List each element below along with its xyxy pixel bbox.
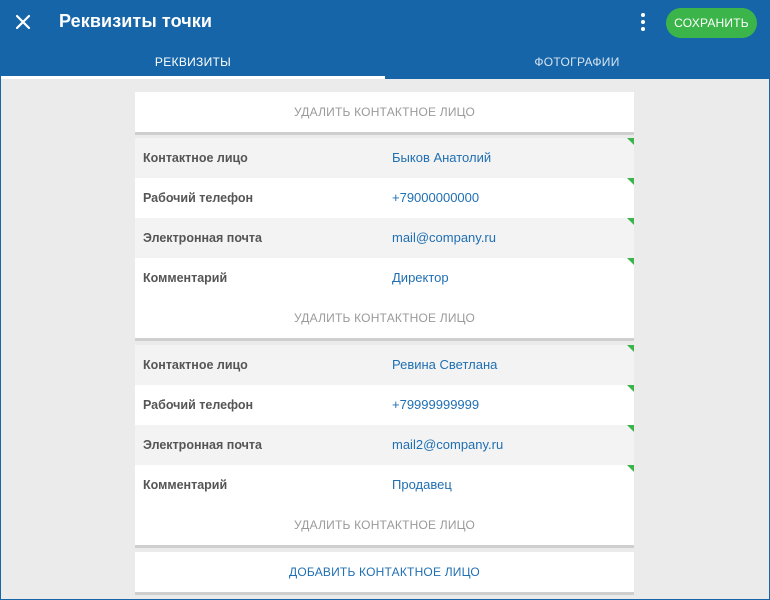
field-comment[interactable]: Комментарий Директор xyxy=(135,258,634,298)
field-work-phone[interactable]: Рабочий телефон +79999999999 xyxy=(135,385,634,425)
tab-details[interactable]: РЕКВИЗИТЫ xyxy=(1,44,385,79)
field-email[interactable]: Электронная почта mail@company.ru xyxy=(135,218,634,258)
contact-block-1: Контактное лицо Быков Анатолий Рабочий т… xyxy=(135,138,634,341)
edited-marker-icon xyxy=(627,465,634,472)
field-value[interactable]: Директор xyxy=(392,258,449,298)
edited-marker-icon xyxy=(627,425,634,432)
contact-block-2: Контактное лицо Ревина Светлана Рабочий … xyxy=(135,345,634,548)
field-value[interactable]: mail@company.ru xyxy=(392,218,496,258)
field-value[interactable]: Продавец xyxy=(392,465,452,505)
close-icon xyxy=(15,14,31,30)
field-value[interactable]: Ревина Светлана xyxy=(392,345,497,385)
field-email[interactable]: Электронная почта mail2@company.ru xyxy=(135,425,634,465)
app-window: Реквизиты точки СОХРАНИТЬ РЕКВИЗИТЫ ФОТО… xyxy=(0,0,770,600)
field-value[interactable]: +79000000000 xyxy=(392,178,479,218)
field-label: Электронная почта xyxy=(143,438,262,452)
tab-bar: РЕКВИЗИТЫ ФОТОГРАФИИ xyxy=(1,44,769,79)
field-work-phone[interactable]: Рабочий телефон +79000000000 xyxy=(135,178,634,218)
field-comment[interactable]: Комментарий Продавец xyxy=(135,465,634,505)
delete-contact-button[interactable]: УДАЛИТЬ КОНТАКТНОЕ ЛИЦО xyxy=(135,298,634,338)
tab-photos[interactable]: ФОТОГРАФИИ xyxy=(385,44,769,79)
edited-marker-icon xyxy=(627,138,634,145)
field-value[interactable]: +79999999999 xyxy=(392,385,479,425)
field-value[interactable]: mail2@company.ru xyxy=(392,425,503,465)
edited-marker-icon xyxy=(627,218,634,225)
field-label: Комментарий xyxy=(143,478,228,492)
add-contact-button[interactable]: ДОБАВИТЬ КОНТАКТНОЕ ЛИЦО xyxy=(135,552,634,592)
more-vertical-icon xyxy=(641,13,645,17)
contact-block-previous: УДАЛИТЬ КОНТАКТНОЕ ЛИЦО xyxy=(135,92,634,135)
app-bar: Реквизиты точки СОХРАНИТЬ xyxy=(1,0,769,44)
field-value[interactable]: Быков Анатолий xyxy=(392,138,491,178)
edited-marker-icon xyxy=(627,345,634,352)
more-menu-button[interactable] xyxy=(631,10,655,34)
field-label: Рабочий телефон xyxy=(143,191,254,205)
divider xyxy=(135,132,634,135)
field-label: Комментарий xyxy=(143,271,228,285)
close-button[interactable] xyxy=(9,8,37,36)
edited-marker-icon xyxy=(627,385,634,392)
delete-contact-button[interactable]: УДАЛИТЬ КОНТАКТНОЕ ЛИЦО xyxy=(135,505,634,545)
edited-marker-icon xyxy=(627,258,634,265)
save-button[interactable]: СОХРАНИТЬ xyxy=(666,8,757,38)
divider xyxy=(135,592,634,595)
field-label: Контактное лицо xyxy=(143,151,248,165)
delete-contact-button[interactable]: УДАЛИТЬ КОНТАКТНОЕ ЛИЦО xyxy=(135,92,634,132)
field-label: Электронная почта xyxy=(143,231,262,245)
details-content[interactable]: УДАЛИТЬ КОНТАКТНОЕ ЛИЦО Контактное лицо … xyxy=(135,79,634,599)
field-label: Рабочий телефон xyxy=(143,398,254,412)
field-contact-person[interactable]: Контактное лицо Ревина Светлана xyxy=(135,345,634,385)
add-contact-block: ДОБАВИТЬ КОНТАКТНОЕ ЛИЦО xyxy=(135,552,634,595)
edited-marker-icon xyxy=(627,178,634,185)
page-title: Реквизиты точки xyxy=(59,11,213,31)
divider xyxy=(135,545,634,548)
field-contact-person[interactable]: Контактное лицо Быков Анатолий xyxy=(135,138,634,178)
field-label: Контактное лицо xyxy=(143,358,248,372)
divider xyxy=(135,338,634,341)
